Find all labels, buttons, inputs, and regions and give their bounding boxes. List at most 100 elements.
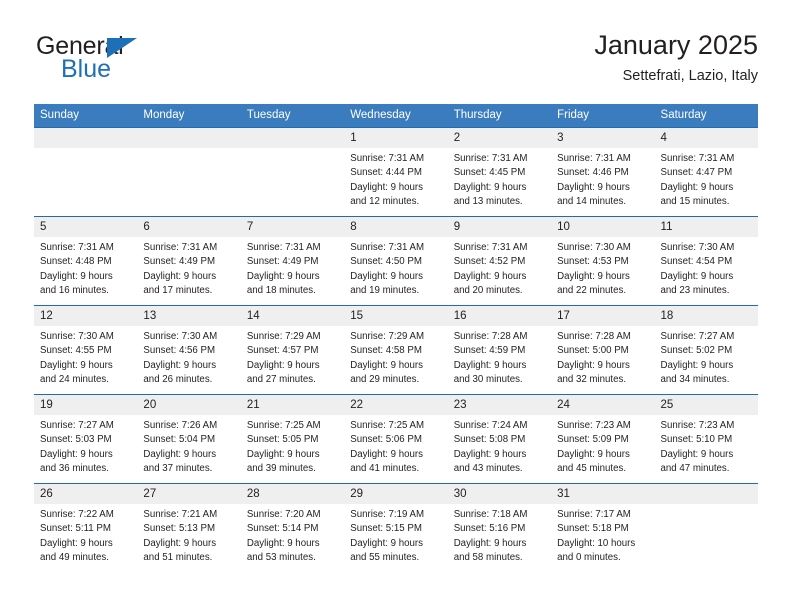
day-sun-details: Sunrise: 7:29 AM Sunset: 4:57 PM Daylight:…: [241, 326, 344, 387]
day-sun-details: Sunrise: 7:30 AM Sunset: 4:53 PM Daylight:…: [551, 237, 654, 298]
day-detail-line: Sunrise: 7:30 AM: [143, 331, 218, 343]
day-sun-details: Sunrise: 7:29 AM Sunset: 4:58 PM Daylight:…: [344, 326, 447, 387]
day-detail-line: Sunrise: 7:21 AM: [143, 509, 218, 521]
day-sun-details: Sunrise: 7:31 AM Sunset: 4:49 PM Daylight:…: [137, 237, 240, 298]
day-number: 28: [240, 484, 345, 505]
day-number: 10: [551, 217, 655, 238]
day-detail-line: Sunrise: 7:22 AM: [40, 509, 114, 521]
day-sun-details: Sunrise: 7:31 AM Sunset: 4:49 PM Daylight:…: [241, 237, 344, 298]
day-detail-line: Daylight: 9 hours: [350, 359, 423, 371]
calendar-day-cell[interactable]: 6 Sunrise: 7:31 AM Sunset: 4:49 PM Daylight…: [137, 216, 241, 306]
day-detail-line: and 47 minutes.: [660, 463, 730, 475]
day-detail-line: Daylight: 9 hours: [660, 359, 734, 371]
calendar-day-cell[interactable]: 29 Sunrise: 7:19 AM Sunset: 5:15 PM Dayligh…: [344, 483, 448, 572]
day-detail-line: Sunrise: 7:28 AM: [453, 331, 528, 343]
calendar-day-cell[interactable]: 25 Sunrise: 7:23 AM Sunset: 5:10 PM Dayligh…: [654, 394, 758, 484]
calendar-day-cell[interactable]: 23 Sunrise: 7:24 AM Sunset: 5:08 PM Dayligh…: [447, 394, 552, 484]
calendar-day-cell[interactable]: 2 Sunrise: 7:31 AM Sunset: 4:45 PM Daylight…: [447, 127, 552, 217]
day-sun-details: Sunrise: 7:30 AM Sunset: 4:55 PM Daylight:…: [34, 326, 137, 387]
day-detail-line: and 43 minutes.: [453, 463, 523, 475]
logo-triangle-icon: [107, 38, 137, 58]
calendar-day-cell[interactable]: 19 Sunrise: 7:27 AM Sunset: 5:03 PM Dayligh…: [34, 394, 138, 484]
day-detail-line: Daylight: 9 hours: [246, 359, 320, 371]
day-number: [137, 128, 241, 148]
day-detail-line: Sunrise: 7:23 AM: [660, 420, 735, 432]
day-sun-details: Sunrise: 7:31 AM Sunset: 4:52 PM Daylight:…: [448, 237, 551, 298]
day-detail-line: Daylight: 9 hours: [453, 537, 527, 549]
day-number: 19: [34, 395, 138, 416]
day-number: 30: [447, 484, 552, 505]
day-detail-line: Sunrise: 7:31 AM: [453, 242, 528, 254]
day-sun-details: Sunrise: 7:17 AM Sunset: 5:18 PM Daylight:…: [551, 504, 654, 565]
calendar-day-cell[interactable]: 22 Sunrise: 7:25 AM Sunset: 5:06 PM Dayligh…: [344, 394, 448, 484]
day-detail-line: and 13 minutes.: [453, 196, 523, 208]
day-detail-line: Daylight: 9 hours: [557, 359, 630, 371]
day-detail-line: Daylight: 9 hours: [453, 359, 527, 371]
day-detail-line: Sunset: 5:16 PM: [453, 523, 526, 535]
calendar-day-cell[interactable]: 9 Sunrise: 7:31 AM Sunset: 4:52 PM Daylight…: [447, 216, 552, 306]
calendar-day-cell[interactable]: 26 Sunrise: 7:22 AM Sunset: 5:11 PM Dayligh…: [34, 483, 138, 572]
calendar-day-cell[interactable]: 1 Sunrise: 7:31 AM Sunset: 4:44 PM Daylight…: [344, 127, 448, 217]
calendar-day-cell[interactable]: 28 Sunrise: 7:20 AM Sunset: 5:14 PM Dayligh…: [240, 483, 345, 572]
calendar-day-cell[interactable]: 15 Sunrise: 7:29 AM Sunset: 4:58 PM Dayligh…: [344, 305, 448, 395]
day-detail-line: and 53 minutes.: [246, 552, 316, 564]
day-number: 24: [551, 395, 655, 416]
day-detail-line: Sunrise: 7:31 AM: [660, 153, 735, 165]
calendar-day-cell[interactable]: 18 Sunrise: 7:27 AM Sunset: 5:02 PM Dayligh…: [654, 305, 758, 395]
day-detail-line: and 15 minutes.: [660, 196, 730, 208]
calendar-day-cell[interactable]: 10 Sunrise: 7:30 AM Sunset: 4:53 PM Dayligh…: [551, 216, 655, 306]
day-detail-line: Sunset: 5:18 PM: [557, 523, 629, 535]
calendar-day-cell[interactable]: 17 Sunrise: 7:28 AM Sunset: 5:00 PM Dayligh…: [551, 305, 655, 395]
calendar-day-cell[interactable]: 27 Sunrise: 7:21 AM Sunset: 5:13 PM Dayligh…: [137, 483, 241, 572]
day-number: [240, 128, 345, 148]
calendar-day-cell[interactable]: 30 Sunrise: 7:18 AM Sunset: 5:16 PM Dayligh…: [447, 483, 552, 572]
day-detail-line: and 30 minutes.: [453, 374, 523, 386]
calendar-day-cell[interactable]: 3 Sunrise: 7:31 AM Sunset: 4:46 PM Daylight…: [551, 127, 655, 217]
day-detail-line: Daylight: 9 hours: [660, 270, 734, 282]
day-sun-details: Sunrise: 7:30 AM Sunset: 4:54 PM Daylight:…: [655, 237, 758, 298]
calendar-day-cell[interactable]: 21 Sunrise: 7:25 AM Sunset: 5:05 PM Dayligh…: [240, 394, 345, 484]
day-detail-line: Sunrise: 7:28 AM: [557, 331, 631, 343]
calendar-day-cell[interactable]: 31 Sunrise: 7:17 AM Sunset: 5:18 PM Dayligh…: [551, 483, 655, 572]
day-number: 21: [240, 395, 345, 416]
day-detail-line: Sunset: 5:06 PM: [350, 434, 422, 446]
calendar-day-cell[interactable]: 14 Sunrise: 7:29 AM Sunset: 4:57 PM Dayligh…: [240, 305, 345, 395]
day-detail-line: Sunset: 4:56 PM: [143, 345, 216, 357]
calendar-day-cell[interactable]: 16 Sunrise: 7:28 AM Sunset: 4:59 PM Dayligh…: [447, 305, 552, 395]
day-number: 9: [447, 217, 552, 238]
day-detail-line: Sunrise: 7:25 AM: [350, 420, 425, 432]
day-detail-line: Daylight: 9 hours: [246, 537, 320, 549]
calendar-day-cell[interactable]: 4 Sunrise: 7:31 AM Sunset: 4:47 PM Daylight…: [654, 127, 758, 217]
weekday-header-wednesday: Wednesday: [344, 104, 448, 128]
day-detail-line: Daylight: 9 hours: [40, 359, 113, 371]
day-detail-line: and 32 minutes.: [557, 374, 627, 386]
calendar-day-cell[interactable]: 5 Sunrise: 7:31 AM Sunset: 4:48 PM Daylight…: [34, 216, 138, 306]
calendar-day-cell[interactable]: 8 Sunrise: 7:31 AM Sunset: 4:50 PM Daylight…: [344, 216, 448, 306]
day-number: [34, 128, 138, 148]
day-detail-line: Sunset: 5:03 PM: [40, 434, 112, 446]
calendar-day-cell[interactable]: 20 Sunrise: 7:26 AM Sunset: 5:04 PM Dayligh…: [137, 394, 241, 484]
day-number: 8: [344, 217, 448, 238]
day-number: 16: [447, 306, 552, 327]
day-sun-details: Sunrise: 7:27 AM Sunset: 5:02 PM Daylight:…: [655, 326, 758, 387]
weekday-header-saturday: Saturday: [654, 104, 758, 128]
day-sun-details: Sunrise: 7:22 AM Sunset: 5:11 PM Daylight:…: [34, 504, 137, 565]
calendar-day-cell[interactable]: 7 Sunrise: 7:31 AM Sunset: 4:49 PM Daylight…: [240, 216, 345, 306]
calendar-day-cell[interactable]: 11 Sunrise: 7:30 AM Sunset: 4:54 PM Dayligh…: [654, 216, 758, 306]
day-sun-details: Sunrise: 7:21 AM Sunset: 5:13 PM Daylight:…: [137, 504, 240, 565]
day-detail-line: Sunset: 4:44 PM: [350, 167, 422, 179]
day-detail-line: and 39 minutes.: [246, 463, 316, 475]
day-detail-line: Sunrise: 7:31 AM: [453, 153, 528, 165]
day-detail-line: Daylight: 9 hours: [143, 270, 217, 282]
day-sun-details: Sunrise: 7:27 AM Sunset: 5:03 PM Daylight:…: [34, 415, 137, 476]
day-detail-line: Sunrise: 7:24 AM: [453, 420, 528, 432]
weekday-header-friday: Friday: [551, 104, 655, 128]
calendar-body: 1 Sunrise: 7:31 AM Sunset: 4:44 PM Daylight…: [34, 127, 758, 572]
day-detail-line: and 34 minutes.: [660, 374, 730, 386]
calendar-day-cell[interactable]: 12 Sunrise: 7:30 AM Sunset: 4:55 PM Dayligh…: [34, 305, 138, 395]
day-detail-line: and 12 minutes.: [350, 196, 420, 208]
calendar-day-cell[interactable]: 13 Sunrise: 7:30 AM Sunset: 4:56 PM Dayligh…: [137, 305, 241, 395]
calendar-day-cell[interactable]: 24 Sunrise: 7:23 AM Sunset: 5:09 PM Dayligh…: [551, 394, 655, 484]
day-detail-line: Daylight: 9 hours: [350, 448, 423, 460]
day-detail-line: Daylight: 9 hours: [557, 448, 630, 460]
